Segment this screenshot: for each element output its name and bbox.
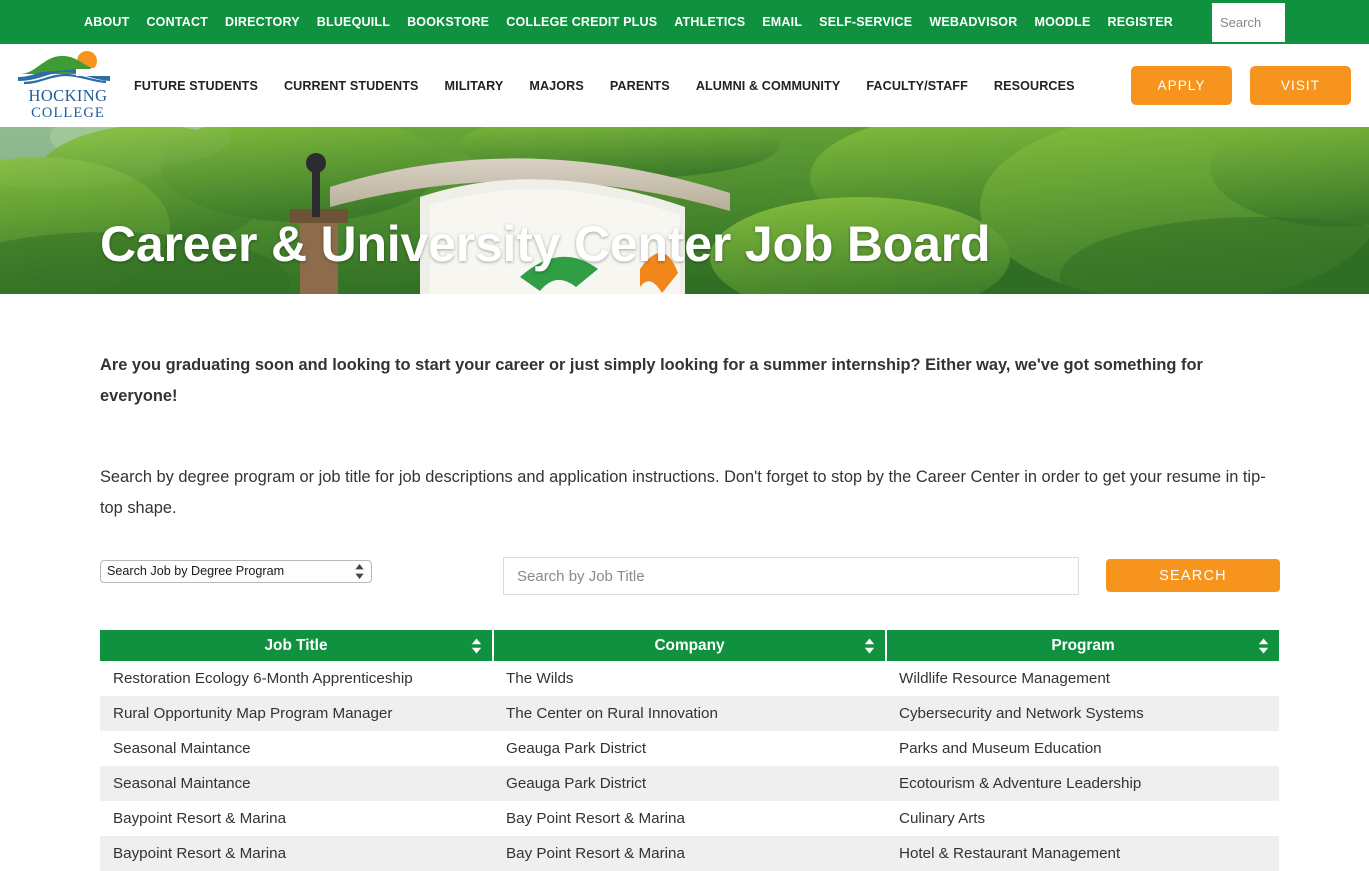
nav-item-alumni-community[interactable]: ALUMNI & COMMUNITY xyxy=(696,79,841,93)
intro-lede: Are you graduating soon and looking to s… xyxy=(100,356,1203,405)
hocking-college-logo[interactable]: HOCKING COLLEGE xyxy=(18,50,118,121)
cell-job-title: Baypoint Resort & Marina xyxy=(113,810,287,827)
table-row[interactable]: Restoration Ecology 6-Month Apprenticesh… xyxy=(100,661,1279,696)
utility-link-directory[interactable]: DIRECTORY xyxy=(225,15,300,29)
main-content: Are you graduating soon and looking to s… xyxy=(0,350,1369,871)
table-row[interactable]: Baypoint Resort & Marina Bay Point Resor… xyxy=(100,801,1279,836)
table-row[interactable]: Seasonal Maintance Geauga Park District … xyxy=(100,766,1279,801)
job-search-controls: Search Job by Degree Program SEARCH xyxy=(100,557,1280,610)
nav-item-military[interactable]: MILITARY xyxy=(445,79,504,93)
job-board-table-head: Job Title Company Program xyxy=(100,630,1279,661)
table-header-row: Job Title Company Program xyxy=(100,630,1279,661)
utility-link-contact[interactable]: CONTACT xyxy=(146,15,208,29)
table-row[interactable]: Rural Opportunity Map Program Manager Th… xyxy=(100,696,1279,731)
job-board-table-body: Restoration Ecology 6-Month Apprenticesh… xyxy=(100,661,1279,871)
site-header: HOCKING COLLEGE FUTURE STUDENTS CURRENT … xyxy=(0,44,1369,127)
column-header-company-label: Company xyxy=(654,636,725,654)
column-header-company[interactable]: Company xyxy=(493,630,887,661)
degree-program-select[interactable]: Search Job by Degree Program xyxy=(100,560,372,583)
cell-job-title: Restoration Ecology 6-Month Apprenticesh… xyxy=(113,670,413,687)
cell-job-title: Rural Opportunity Map Program Manager xyxy=(113,705,393,722)
header-cta-group: APPLY VISIT xyxy=(1131,66,1351,105)
cell-company: Geauga Park District xyxy=(506,740,647,757)
nav-item-current-students[interactable]: CURRENT STUDENTS xyxy=(284,79,419,93)
utility-link-self-service[interactable]: SELF-SERVICE xyxy=(819,15,912,29)
utility-link-register[interactable]: REGISTER xyxy=(1108,15,1174,29)
cell-program: Culinary Arts xyxy=(899,810,986,827)
utility-link-bookstore[interactable]: BOOKSTORE xyxy=(407,15,489,29)
cell-program: Hotel & Restaurant Management xyxy=(899,845,1121,862)
cell-program: Wildlife Resource Management xyxy=(899,670,1111,687)
utility-link-athletics[interactable]: ATHLETICS xyxy=(674,15,745,29)
sort-icon xyxy=(1258,638,1269,653)
table-row[interactable]: Seasonal Maintance Geauga Park District … xyxy=(100,731,1279,766)
utility-link-email[interactable]: EMAIL xyxy=(762,15,802,29)
cell-company: Bay Point Resort & Marina xyxy=(506,810,685,827)
cell-company: Geauga Park District xyxy=(506,775,647,792)
cell-company: The Center on Rural Innovation xyxy=(506,705,718,722)
visit-button[interactable]: VISIT xyxy=(1250,66,1351,105)
utility-link-about[interactable]: ABOUT xyxy=(84,15,129,29)
sort-icon xyxy=(864,638,875,653)
cell-job-title: Baypoint Resort & Marina xyxy=(113,845,287,862)
column-header-program[interactable]: Program xyxy=(886,630,1279,661)
cell-company: The Wilds xyxy=(506,670,574,687)
cell-company: Bay Point Resort & Marina xyxy=(506,845,685,862)
utility-top-bar: ABOUT CONTACT DIRECTORY BLUEQUILL BOOKST… xyxy=(0,0,1369,44)
cell-program: Cybersecurity and Network Systems xyxy=(899,705,1144,722)
utility-nav: ABOUT CONTACT DIRECTORY BLUEQUILL BOOKST… xyxy=(84,0,1286,44)
job-board-table-wrap: Job Title Company Program Restoration Ec… xyxy=(100,630,1279,871)
logo-word-college: COLLEGE xyxy=(31,105,105,121)
nav-item-faculty-staff[interactable]: FACULTY/STAFF xyxy=(866,79,968,93)
column-header-job-title[interactable]: Job Title xyxy=(100,630,494,661)
job-title-search-input[interactable] xyxy=(503,557,1079,595)
logo-word-hocking: HOCKING xyxy=(29,87,108,105)
utility-link-college-credit-plus[interactable]: COLLEGE CREDIT PLUS xyxy=(506,15,657,29)
hero-banner: Career & University Center Job Board xyxy=(0,127,1369,294)
column-header-program-label: Program xyxy=(1051,636,1115,654)
primary-nav: FUTURE STUDENTS CURRENT STUDENTS MILITAR… xyxy=(134,79,1131,93)
nav-item-majors[interactable]: MAJORS xyxy=(529,79,583,93)
logo-wordmark: HOCKING COLLEGE xyxy=(29,87,108,121)
column-header-job-title-label: Job Title xyxy=(264,636,328,654)
search-button[interactable]: SEARCH xyxy=(1106,559,1280,592)
site-search-input[interactable] xyxy=(1212,2,1286,42)
cell-program: Ecotourism & Adventure Leadership xyxy=(899,775,1142,792)
page-title: Career & University Center Job Board xyxy=(100,216,991,272)
table-row[interactable]: Baypoint Resort & Marina Bay Point Resor… xyxy=(100,836,1279,871)
utility-link-bluequill[interactable]: BLUEQUILL xyxy=(317,15,390,29)
nav-item-parents[interactable]: PARENTS xyxy=(610,79,670,93)
utility-link-moodle[interactable]: MOODLE xyxy=(1034,15,1090,29)
intro-paragraph: Search by degree program or job title fo… xyxy=(100,468,1266,517)
apply-button[interactable]: APPLY xyxy=(1131,66,1232,105)
cell-job-title: Seasonal Maintance xyxy=(113,775,251,792)
sort-icon xyxy=(471,638,482,653)
logo-mark-icon xyxy=(18,51,118,85)
cell-program: Parks and Museum Education xyxy=(899,740,1102,757)
degree-program-select-wrap: Search Job by Degree Program xyxy=(100,560,372,583)
utility-link-webadvisor[interactable]: WEBADVISOR xyxy=(929,15,1017,29)
nav-item-resources[interactable]: RESOURCES xyxy=(994,79,1075,93)
cell-job-title: Seasonal Maintance xyxy=(113,740,251,757)
nav-item-future-students[interactable]: FUTURE STUDENTS xyxy=(134,79,258,93)
job-board-table: Job Title Company Program Restoration Ec… xyxy=(100,630,1279,871)
